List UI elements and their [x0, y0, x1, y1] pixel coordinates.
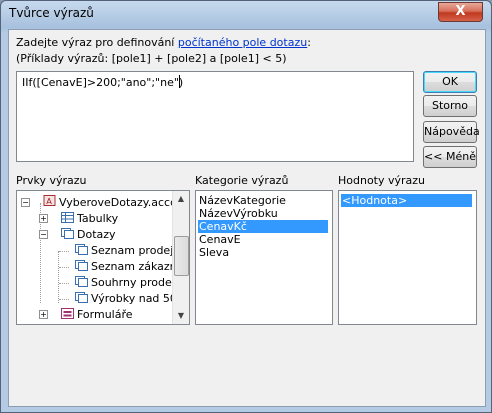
query-icon	[75, 260, 88, 271]
categories-label: Kategorie výrazů	[195, 174, 289, 187]
tree-item-label: Souhrny prode	[91, 276, 172, 289]
expand-icon[interactable]: +	[39, 310, 48, 319]
expression-value: IIf([CenavE]>200;"ano";"ne")	[22, 76, 184, 89]
form-icon	[61, 308, 74, 319]
table-icon	[61, 212, 74, 223]
close-icon: X	[455, 4, 466, 19]
collapse-icon[interactable]: −	[39, 230, 48, 239]
category-item[interactable]: NázevKategorie	[198, 194, 287, 207]
tree-item-label: Formuláře	[77, 308, 133, 321]
category-item[interactable]: NázevVýrobku	[198, 207, 279, 220]
less-button[interactable]: << Méně	[423, 146, 477, 168]
expression-values-list[interactable]: <Hodnota>	[338, 190, 477, 325]
query-icon	[61, 228, 74, 239]
query-icon	[75, 276, 88, 287]
dialog-body: Zadejte výraz pro definování počítaného …	[8, 29, 486, 407]
text-caret	[179, 75, 180, 88]
collapse-icon[interactable]: −	[21, 198, 30, 207]
tree-scrollbar[interactable]: ▲ ▼	[172, 191, 189, 324]
value-item-selected[interactable]: <Hodnota>	[341, 194, 472, 207]
query-icon	[75, 244, 88, 255]
access-db-icon: A	[43, 195, 56, 206]
tree-item-label: VyberoveDotazy.accdb	[59, 196, 185, 209]
tree-item-label: Výrobky nad 50	[91, 292, 177, 305]
category-item-selected[interactable]: CenavKč	[198, 220, 328, 233]
scroll-thumb[interactable]	[174, 236, 189, 276]
values-label: Hodnoty výrazu	[338, 174, 426, 187]
window-title: Tvůrce výrazů	[9, 6, 94, 20]
tree-item-label: Tabulky	[77, 212, 119, 225]
tree-item-label: Dotazy	[77, 228, 116, 241]
prompt-text: Zadejte výraz pro definování počítaného …	[16, 36, 311, 49]
close-button[interactable]: X	[438, 2, 483, 22]
tree-item-label: Seznam prodej	[91, 244, 174, 257]
expand-icon[interactable]: +	[39, 214, 48, 223]
expression-elements-tree[interactable]: − A VyberoveDotazy.accdb + Tabulky − Dot…	[16, 190, 190, 325]
svg-text:A: A	[46, 196, 52, 206]
ok-button[interactable]: OK	[423, 71, 477, 93]
calculated-field-link[interactable]: počítaného pole dotazu	[178, 36, 307, 49]
category-item[interactable]: CenavE	[198, 233, 242, 246]
examples-text: (Příklady výrazů: [pole1] + [pole2] a [p…	[16, 52, 287, 65]
scroll-down-icon[interactable]: ▼	[173, 308, 189, 324]
query-icon	[75, 292, 88, 303]
cancel-button[interactable]: Storno	[423, 95, 477, 117]
tree-item-label: Seznam zákazn	[91, 260, 177, 273]
expression-categories-list[interactable]: NázevKategorie NázevVýrobku CenavKč Cena…	[195, 190, 333, 325]
expression-input[interactable]: IIf([CenavE]>200;"ano";"ne")	[16, 71, 414, 162]
title-bar[interactable]: Tvůrce výrazů X	[1, 1, 491, 29]
expression-builder-window: Tvůrce výrazů X Zadejte výraz pro defino…	[0, 0, 492, 413]
category-item[interactable]: Sleva	[198, 246, 230, 259]
help-button[interactable]: Nápověda	[423, 121, 480, 143]
elements-label: Prvky výrazu	[16, 174, 87, 187]
scroll-up-icon[interactable]: ▲	[173, 191, 189, 207]
